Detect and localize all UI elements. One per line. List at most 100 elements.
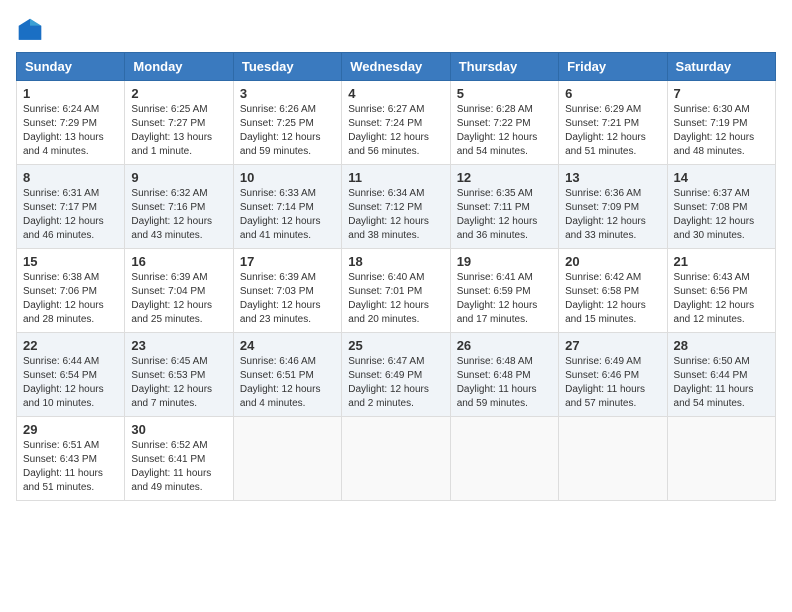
page-header: [16, 16, 776, 44]
calendar-header-row: SundayMondayTuesdayWednesdayThursdayFrid…: [17, 53, 776, 81]
day-number: 19: [457, 254, 552, 269]
calendar-cell: 5 Sunrise: 6:28 AM Sunset: 7:22 PM Daylig…: [450, 81, 558, 165]
day-info: Sunrise: 6:30 AM Sunset: 7:19 PM Dayligh…: [674, 103, 769, 159]
day-number: 1: [23, 86, 118, 101]
weekday-header: Thursday: [450, 53, 558, 81]
day-number: 27: [565, 338, 660, 353]
day-number: 26: [457, 338, 552, 353]
day-number: 22: [23, 338, 118, 353]
day-info: Sunrise: 6:52 AM Sunset: 6:41 PM Dayligh…: [131, 439, 226, 495]
day-info: Sunrise: 6:41 AM Sunset: 6:59 PM Dayligh…: [457, 271, 552, 327]
day-info: Sunrise: 6:35 AM Sunset: 7:11 PM Dayligh…: [457, 187, 552, 243]
day-number: 11: [348, 170, 443, 185]
calendar-cell: 11 Sunrise: 6:34 AM Sunset: 7:12 PM Dayli…: [342, 165, 450, 249]
day-number: 24: [240, 338, 335, 353]
day-info: Sunrise: 6:27 AM Sunset: 7:24 PM Dayligh…: [348, 103, 443, 159]
calendar-cell: 24 Sunrise: 6:46 AM Sunset: 6:51 PM Dayli…: [233, 333, 341, 417]
day-info: Sunrise: 6:42 AM Sunset: 6:58 PM Dayligh…: [565, 271, 660, 327]
calendar-cell: [559, 417, 667, 501]
day-number: 3: [240, 86, 335, 101]
calendar-cell: 30 Sunrise: 6:52 AM Sunset: 6:41 PM Dayli…: [125, 417, 233, 501]
day-number: 2: [131, 86, 226, 101]
day-info: Sunrise: 6:51 AM Sunset: 6:43 PM Dayligh…: [23, 439, 118, 495]
calendar-cell: 13Sunrise: 6:36 AM Sunset: 7:09 PM Dayli…: [559, 165, 667, 249]
day-info: Sunrise: 6:39 AM Sunset: 7:03 PM Dayligh…: [240, 271, 335, 327]
day-number: 4: [348, 86, 443, 101]
calendar-cell: 1 Sunrise: 6:24 AM Sunset: 7:29 PM Daylig…: [17, 81, 125, 165]
day-number: 21: [674, 254, 769, 269]
calendar-cell: 28 Sunrise: 6:50 AM Sunset: 6:44 PM Dayli…: [667, 333, 775, 417]
calendar-cell: 8 Sunrise: 6:31 AM Sunset: 7:17 PM Daylig…: [17, 165, 125, 249]
day-info: Sunrise: 6:39 AM Sunset: 7:04 PM Dayligh…: [131, 271, 226, 327]
calendar-cell: 23 Sunrise: 6:45 AM Sunset: 6:53 PM Dayli…: [125, 333, 233, 417]
day-number: 6: [565, 86, 660, 101]
day-info: Sunrise: 6:33 AM Sunset: 7:14 PM Dayligh…: [240, 187, 335, 243]
weekday-header: Sunday: [17, 53, 125, 81]
day-number: 16: [131, 254, 226, 269]
day-number: 20: [565, 254, 660, 269]
calendar-cell: 20 Sunrise: 6:42 AM Sunset: 6:58 PM Dayli…: [559, 249, 667, 333]
calendar-cell: 12 Sunrise: 6:35 AM Sunset: 7:11 PM Dayli…: [450, 165, 558, 249]
day-info: Sunrise: 6:29 AM Sunset: 7:21 PM Dayligh…: [565, 103, 660, 159]
day-info: Sunrise: 6:48 AM Sunset: 6:48 PM Dayligh…: [457, 355, 552, 411]
calendar-cell: 9 Sunrise: 6:32 AM Sunset: 7:16 PM Daylig…: [125, 165, 233, 249]
day-number: 28: [674, 338, 769, 353]
calendar-cell: [450, 417, 558, 501]
day-info: Sunrise: 6:32 AM Sunset: 7:16 PM Dayligh…: [131, 187, 226, 243]
day-number: 8: [23, 170, 118, 185]
day-number: 13: [565, 170, 660, 185]
weekday-header: Saturday: [667, 53, 775, 81]
day-info: Sunrise: 6:38 AM Sunset: 7:06 PM Dayligh…: [23, 271, 118, 327]
day-number: 9: [131, 170, 226, 185]
calendar-cell: 18 Sunrise: 6:40 AM Sunset: 7:01 PM Dayli…: [342, 249, 450, 333]
calendar-cell: 26 Sunrise: 6:48 AM Sunset: 6:48 PM Dayli…: [450, 333, 558, 417]
calendar-cell: 16 Sunrise: 6:39 AM Sunset: 7:04 PM Dayli…: [125, 249, 233, 333]
day-number: 5: [457, 86, 552, 101]
day-number: 23: [131, 338, 226, 353]
day-number: 18: [348, 254, 443, 269]
calendar-week-row: 1 Sunrise: 6:24 AM Sunset: 7:29 PM Daylig…: [17, 81, 776, 165]
day-number: 29: [23, 422, 118, 437]
day-number: 14: [674, 170, 769, 185]
weekday-header: Tuesday: [233, 53, 341, 81]
calendar-cell: 17Sunrise: 6:39 AM Sunset: 7:03 PM Dayli…: [233, 249, 341, 333]
day-info: Sunrise: 6:28 AM Sunset: 7:22 PM Dayligh…: [457, 103, 552, 159]
day-info: Sunrise: 6:24 AM Sunset: 7:29 PM Dayligh…: [23, 103, 118, 159]
day-info: Sunrise: 6:50 AM Sunset: 6:44 PM Dayligh…: [674, 355, 769, 411]
day-info: Sunrise: 6:26 AM Sunset: 7:25 PM Dayligh…: [240, 103, 335, 159]
day-info: Sunrise: 6:46 AM Sunset: 6:51 PM Dayligh…: [240, 355, 335, 411]
calendar-cell: 6 Sunrise: 6:29 AM Sunset: 7:21 PM Daylig…: [559, 81, 667, 165]
calendar-cell: 22 Sunrise: 6:44 AM Sunset: 6:54 PM Dayli…: [17, 333, 125, 417]
day-info: Sunrise: 6:44 AM Sunset: 6:54 PM Dayligh…: [23, 355, 118, 411]
logo: [16, 16, 48, 44]
day-number: 30: [131, 422, 226, 437]
calendar-week-row: 8 Sunrise: 6:31 AM Sunset: 7:17 PM Daylig…: [17, 165, 776, 249]
calendar-cell: 14 Sunrise: 6:37 AM Sunset: 7:08 PM Dayli…: [667, 165, 775, 249]
day-number: 10: [240, 170, 335, 185]
day-number: 15: [23, 254, 118, 269]
calendar-cell: 7 Sunrise: 6:30 AM Sunset: 7:19 PM Daylig…: [667, 81, 775, 165]
day-info: Sunrise: 6:43 AM Sunset: 6:56 PM Dayligh…: [674, 271, 769, 327]
day-info: Sunrise: 6:25 AM Sunset: 7:27 PM Dayligh…: [131, 103, 226, 159]
day-info: Sunrise: 6:49 AM Sunset: 6:46 PM Dayligh…: [565, 355, 660, 411]
weekday-header: Friday: [559, 53, 667, 81]
calendar-cell: 15 Sunrise: 6:38 AM Sunset: 7:06 PM Dayli…: [17, 249, 125, 333]
day-info: Sunrise: 6:37 AM Sunset: 7:08 PM Dayligh…: [674, 187, 769, 243]
day-number: 12: [457, 170, 552, 185]
calendar-week-row: 15 Sunrise: 6:38 AM Sunset: 7:06 PM Dayli…: [17, 249, 776, 333]
calendar-cell: 3 Sunrise: 6:26 AM Sunset: 7:25 PM Daylig…: [233, 81, 341, 165]
day-info: Sunrise: 6:45 AM Sunset: 6:53 PM Dayligh…: [131, 355, 226, 411]
calendar-cell: 10 Sunrise: 6:33 AM Sunset: 7:14 PM Dayli…: [233, 165, 341, 249]
calendar-cell: [342, 417, 450, 501]
calendar-cell: 4 Sunrise: 6:27 AM Sunset: 7:24 PM Daylig…: [342, 81, 450, 165]
weekday-header: Monday: [125, 53, 233, 81]
day-number: 25: [348, 338, 443, 353]
day-number: 7: [674, 86, 769, 101]
day-info: Sunrise: 6:31 AM Sunset: 7:17 PM Dayligh…: [23, 187, 118, 243]
logo-icon: [16, 16, 44, 44]
day-info: Sunrise: 6:47 AM Sunset: 6:49 PM Dayligh…: [348, 355, 443, 411]
day-info: Sunrise: 6:34 AM Sunset: 7:12 PM Dayligh…: [348, 187, 443, 243]
calendar-week-row: 22 Sunrise: 6:44 AM Sunset: 6:54 PM Dayli…: [17, 333, 776, 417]
calendar-cell: 25 Sunrise: 6:47 AM Sunset: 6:49 PM Dayli…: [342, 333, 450, 417]
day-info: Sunrise: 6:40 AM Sunset: 7:01 PM Dayligh…: [348, 271, 443, 327]
